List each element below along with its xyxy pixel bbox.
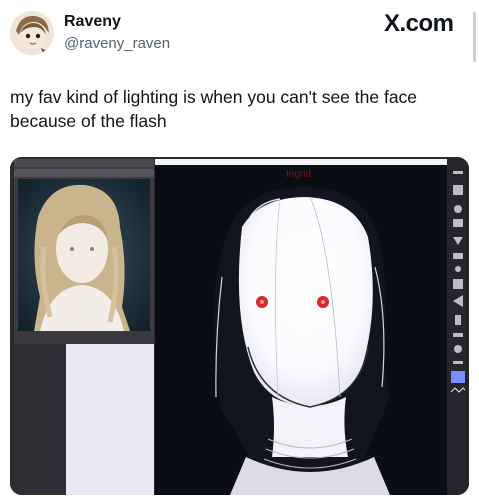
- scrollbar[interactable]: [473, 12, 476, 62]
- drawing-canvas[interactable]: Ingrid: [155, 159, 455, 495]
- user-handle[interactable]: @raveny_raven: [64, 35, 170, 52]
- tweet-media[interactable]: Ingrid: [10, 157, 469, 495]
- reference-photo: [14, 159, 154, 344]
- brand-logo: X.com: [384, 10, 454, 37]
- canvas-label: Ingrid: [286, 169, 311, 180]
- avatar-icon[interactable]: [10, 11, 54, 55]
- tweet-text: my fav kind of lighting is when you can'…: [10, 87, 418, 131]
- post-header: Raveny @raveny_raven X.com: [0, 0, 479, 72]
- tool-icons[interactable]: [447, 159, 469, 495]
- display-name[interactable]: Raveny: [64, 13, 121, 31]
